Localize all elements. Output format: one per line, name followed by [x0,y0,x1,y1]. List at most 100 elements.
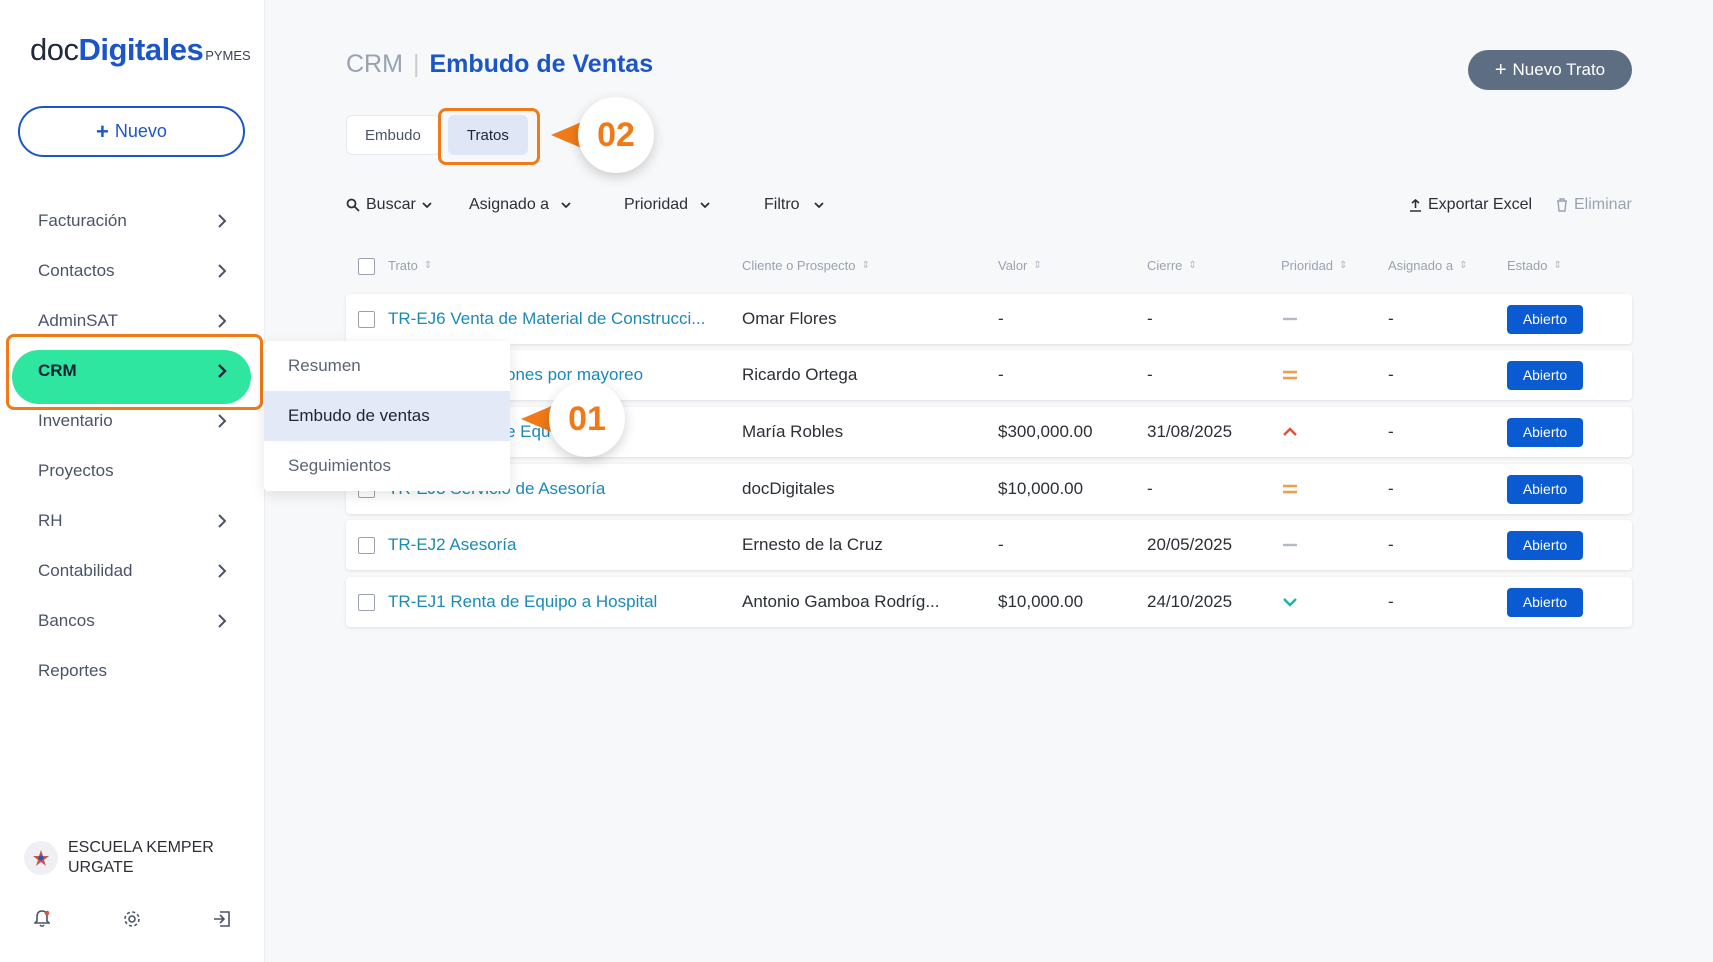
sidebar: doc Digitales PYMES + Nuevo Facturación Co… [0,0,265,962]
status-badge[interactable]: Abierto [1507,530,1583,560]
column-header-cierre[interactable]: Cierre ⇕ [1147,258,1197,273]
close-date-cell: - [1147,365,1153,384]
sidebar-item-bancos[interactable]: Bancos [0,596,265,646]
logo-doc: doc [30,32,79,67]
sort-icon: ⇕ [861,260,870,271]
chevron-right-icon [218,314,227,328]
chevron-right-icon [218,214,227,228]
status-badge-cell: Abierto [1507,407,1583,457]
logout-icon[interactable] [211,908,233,930]
sort-icon: ⇕ [1459,260,1468,271]
tab-embudo[interactable]: Embudo [346,115,440,155]
filter-dropdown[interactable]: Filtro [764,196,824,214]
sidebar-item-label: Facturación [38,211,127,230]
user-name: ESCUELA KEMPER URGATE [68,839,214,876]
sort-icon: ⇕ [1553,260,1562,271]
sidebar-item-label: Reportes [38,661,107,680]
callout-01: 01 [549,381,625,457]
chevron-right-icon [218,264,227,278]
callout-02: 02 [578,97,654,173]
table-row[interactable]: TR-EJ2 Asesoría Ernesto de la Cruz - 20/… [346,520,1632,570]
row-checkbox[interactable] [358,294,375,344]
sidebar-item-proyectos[interactable]: Proyectos [0,446,265,496]
new-deal-button[interactable]: + Nuevo Trato [1468,50,1632,90]
column-header-valor[interactable]: Valor ⇕ [998,258,1042,273]
row-checkbox[interactable] [358,577,375,627]
status-badge-cell: Abierto [1507,464,1583,514]
deal-link[interactable]: TR-EJ2 Asesoría [388,520,728,570]
gear-icon[interactable] [121,908,143,930]
deal-link[interactable]: TR-EJ1 Renta de Equipo a Hospital [388,577,728,627]
chevron-right-icon [218,414,227,428]
new-button-label: Nuevo [114,121,167,141]
logo-digitales: Digitales [78,32,204,67]
logo-pymes: PYMES [205,48,251,63]
column-header-trato[interactable]: Trato ⇕ [388,258,432,273]
sidebar-item-contabilidad[interactable]: Contabilidad [0,546,265,596]
sidebar-item-label: RH [38,511,63,530]
sidebar-item-facturacion[interactable]: Facturación [0,196,265,246]
assigned-label: Asignado a [469,196,550,213]
column-header-asignado[interactable]: Asignado a ⇕ [1388,258,1467,273]
assigned-cell: - [1388,535,1394,554]
export-excel-button[interactable]: Exportar Excel [1409,196,1532,214]
close-date-cell: 24/10/2025 [1147,592,1233,611]
sidebar-item-rh[interactable]: RH [0,496,265,546]
sidebar-nav: Facturación Contactos AdminSAT CRM Inven… [0,196,265,696]
row-checkbox[interactable] [358,520,375,570]
sort-icon: ⇕ [1188,260,1197,271]
submenu-item-embudo-de-ventas[interactable]: Embudo de ventas [264,391,510,441]
breadcrumb-section[interactable]: CRM [346,50,403,79]
close-date-cell: 31/08/2025 [1147,422,1233,441]
plus-icon: + [1494,59,1507,81]
deal-link[interactable]: TR-EJ6 Venta de Material de Construcci..… [388,294,728,344]
user-profile[interactable]: ESCUELA KEMPER URGATE [24,838,228,878]
client-cell: Omar Flores [742,309,837,328]
app-logo[interactable]: doc Digitales PYMES [30,32,251,68]
column-header-estado[interactable]: Estado ⇕ [1507,258,1562,273]
select-all-checkbox[interactable] [358,258,375,275]
submenu-item-resumen[interactable]: Resumen [264,341,510,391]
priority-label: Prioridad [624,196,689,213]
close-date-cell: - [1147,309,1153,328]
status-badge[interactable]: Abierto [1507,474,1583,504]
sidebar-item-adminsat[interactable]: AdminSAT [0,296,265,346]
table-toolbar: Buscar Asignado a Prioridad Filtro Expor… [346,196,1632,220]
sidebar-item-contactos[interactable]: Contactos [0,246,265,296]
table-row[interactable]: TR-EJ3 Servicio de Asesoría docDigitales… [346,464,1632,514]
table-row[interactable]: ones por mayoreo Ricardo Ortega - - - Ab… [346,350,1632,400]
table-row[interactable]: TR-EJ6 Venta de Material de Construcci..… [346,294,1632,344]
sidebar-item-crm[interactable]: CRM [0,346,265,404]
table-row[interactable]: TR-EJ1 Renta de Equipo a Hospital Antoni… [346,577,1632,627]
new-button[interactable]: + Nuevo [18,106,245,157]
status-badge[interactable]: Abierto [1507,587,1583,617]
column-header-prioridad[interactable]: Prioridad ⇕ [1281,258,1347,273]
sidebar-item-inventario[interactable]: Inventario [0,396,265,446]
table-header: Trato ⇕ Cliente o Prospecto ⇕ Valor ⇕ Cierr… [346,254,1632,280]
priority-medium-icon [1281,350,1299,400]
priority-filter[interactable]: Prioridad [624,196,710,214]
close-date-cell: - [1147,479,1153,498]
status-badge[interactable]: Abierto [1507,360,1583,390]
chevron-down-icon [700,202,710,209]
client-cell: Ricardo Ortega [742,365,858,384]
status-badge[interactable]: Abierto [1507,417,1583,447]
priority-none-icon [1281,520,1299,570]
submenu-item-seguimientos[interactable]: Seguimientos [264,441,510,491]
bell-icon[interactable] [31,908,53,930]
column-header-cliente[interactable]: Cliente o Prospecto ⇕ [742,258,870,273]
chevron-right-icon [218,364,227,378]
sidebar-item-label: Contabilidad [38,561,133,580]
value-cell: - [998,365,1004,384]
sidebar-item-reportes[interactable]: Reportes [0,646,265,696]
new-deal-label: Nuevo Trato [1512,60,1606,79]
status-badge-cell: Abierto [1507,294,1583,344]
chevron-right-icon [218,614,227,628]
status-badge[interactable]: Abierto [1507,304,1583,334]
assigned-filter[interactable]: Asignado a [469,196,571,214]
sort-icon: ⇕ [1033,260,1042,271]
search-dropdown[interactable]: Buscar [346,196,432,214]
delete-button[interactable]: Eliminar [1556,196,1632,214]
sidebar-item-label: CRM [38,361,77,380]
search-label: Buscar [366,196,416,213]
